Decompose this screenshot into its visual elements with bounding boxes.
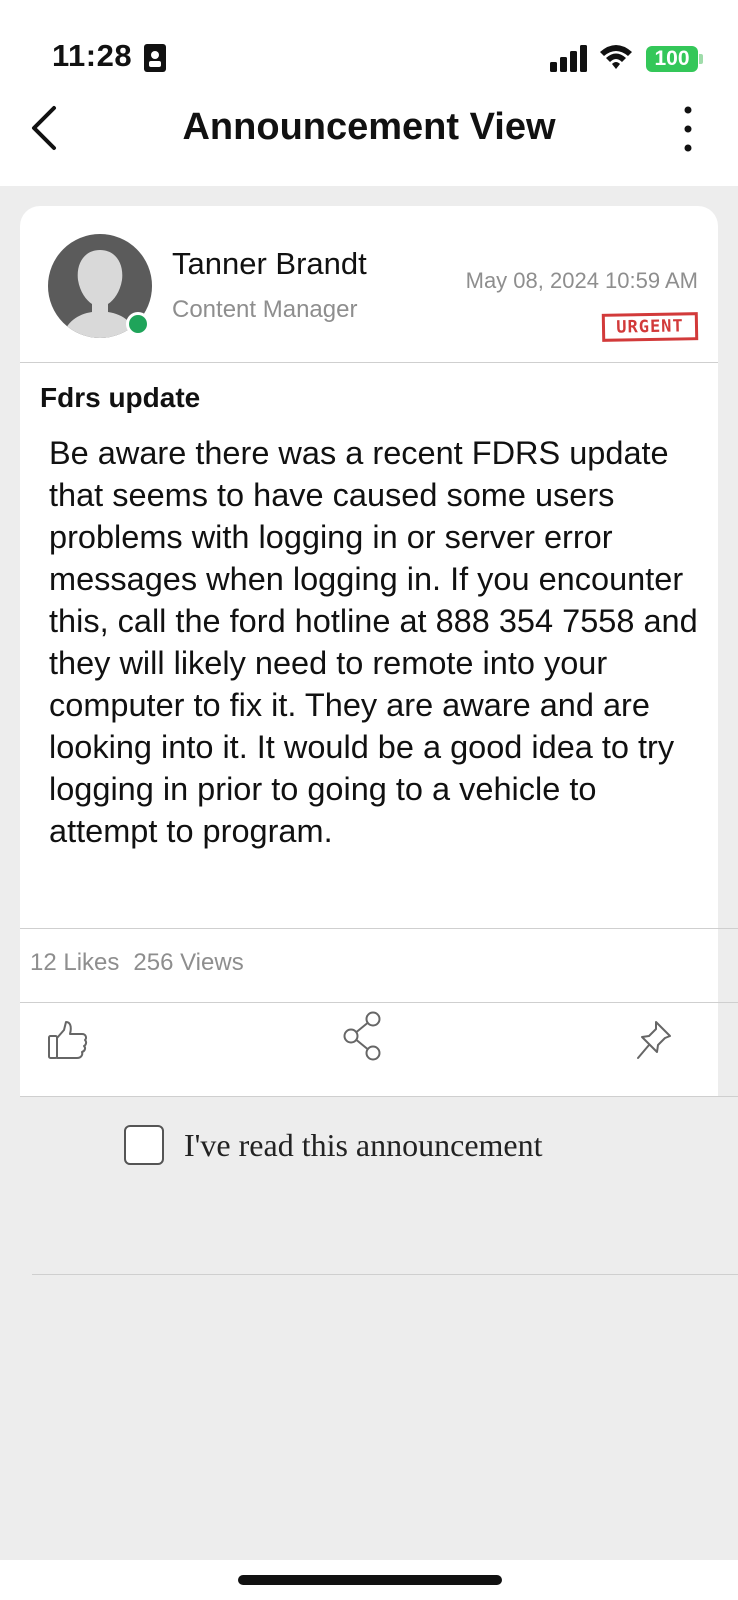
author-name: Tanner Brandt <box>172 246 367 281</box>
urgent-badge: URGENT <box>601 312 699 342</box>
battery-indicator: 100 <box>646 46 698 72</box>
divider <box>20 1096 738 1097</box>
announcement-body: Be aware there was a recent FDRS update … <box>49 435 698 849</box>
views-count: 256 Views <box>133 949 244 976</box>
acknowledge-row[interactable]: I've read this announcement <box>124 1124 543 1166</box>
top-bar: 11:28 100 Announcement View <box>0 0 738 186</box>
announcement-subject: Fdrs update <box>40 382 201 413</box>
read-checkbox[interactable] <box>124 1125 164 1165</box>
post-stats: 12 Likes 256 Views <box>30 938 244 988</box>
id-card-icon <box>144 44 166 72</box>
wifi-icon <box>600 45 632 69</box>
likes-count: 12 Likes <box>30 949 120 976</box>
thumbs-up-icon[interactable] <box>46 1018 90 1062</box>
vertical-ellipsis-icon[interactable] <box>672 104 704 154</box>
announcement-card: Tanner Brandt Content Manager May 08, 20… <box>20 206 738 1096</box>
pin-icon[interactable] <box>634 1018 674 1062</box>
cellular-signal-icon <box>550 45 587 72</box>
battery-nub <box>699 54 703 64</box>
read-checkbox-label[interactable]: I've read this announcement <box>184 1127 543 1164</box>
divider <box>32 1274 738 1275</box>
author-role: Content Manager <box>172 296 358 323</box>
status-time: 11:28 <box>52 38 133 73</box>
home-indicator[interactable] <box>238 1575 502 1585</box>
divider <box>20 1002 738 1003</box>
page-title: Announcement View <box>182 106 556 148</box>
share-icon[interactable] <box>342 1010 384 1062</box>
battery-level: 100 <box>654 47 690 70</box>
divider <box>20 928 738 929</box>
post-date: May 08, 2024 10:59 AM <box>465 268 698 293</box>
online-status-dot <box>126 312 150 336</box>
divider <box>20 362 718 363</box>
